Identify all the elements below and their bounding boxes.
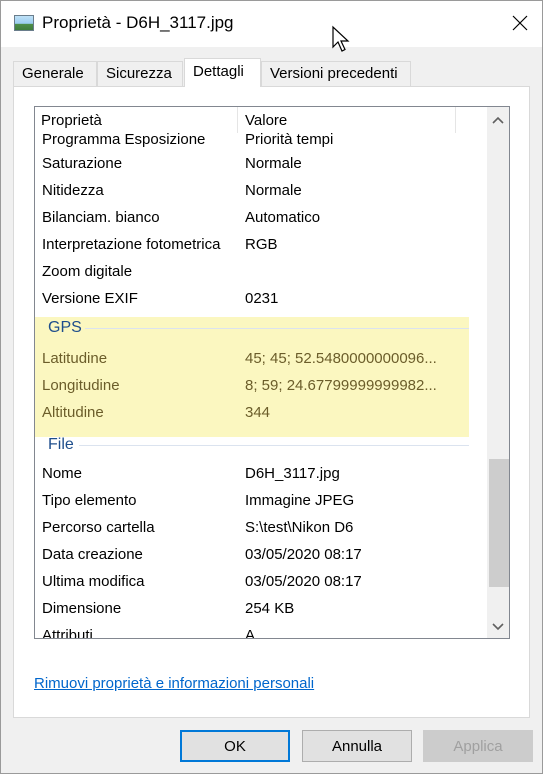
- tab-sicurezza[interactable]: Sicurezza: [97, 61, 183, 87]
- tab-generale[interactable]: Generale: [13, 61, 97, 87]
- apply-button[interactable]: Applica: [423, 730, 533, 762]
- scrollbar-thumb[interactable]: [489, 459, 509, 587]
- window-title: Proprietà - D6H_3117.jpg: [42, 13, 234, 32]
- group-header-file[interactable]: File: [35, 432, 487, 459]
- property-name: Nitidezza: [42, 182, 104, 199]
- list-item[interactable]: Altitudine 344: [35, 399, 487, 426]
- property-value: 45; 45; 52.5480000000096...: [245, 350, 437, 367]
- list-header: Proprietà Valore: [35, 107, 487, 133]
- property-value: 344: [245, 404, 271, 421]
- list-item[interactable]: Longitudine 8; 59; 24.67799999999982...: [35, 372, 487, 399]
- tab-versioni-precedenti[interactable]: Versioni precedenti: [261, 61, 411, 87]
- image-file-icon: [14, 15, 34, 31]
- tab-label: Versioni precedenti: [270, 65, 398, 82]
- tab-label: Dettagli: [193, 63, 244, 80]
- group-title: File: [48, 436, 74, 453]
- group-header-gps[interactable]: GPS: [35, 315, 487, 342]
- column-header-value[interactable]: Valore: [245, 112, 287, 129]
- property-name: Saturazione: [42, 155, 123, 172]
- property-value: 03/05/2020 08:17: [245, 546, 362, 563]
- property-name: Longitudine: [42, 377, 120, 394]
- list-rows: Programma Esposizione Priorità tempi Sat…: [35, 107, 487, 639]
- property-value: 03/05/2020 08:17: [245, 573, 362, 590]
- tab-label: Generale: [22, 65, 84, 82]
- property-name: Tipo elemento: [42, 492, 137, 509]
- list-item[interactable]: Percorso cartella S:\test\Nikon D6: [35, 514, 487, 541]
- group-divider: [79, 445, 469, 446]
- scroll-down-button[interactable]: [487, 616, 509, 638]
- property-name: Dimensione: [42, 600, 122, 617]
- ok-button[interactable]: OK: [180, 730, 290, 762]
- chevron-up-icon: [492, 116, 504, 124]
- close-icon: [512, 15, 527, 31]
- property-name: Data creazione: [42, 546, 143, 563]
- property-name: Ultima modifica: [42, 573, 145, 590]
- list-item[interactable]: Versione EXIF 0231: [35, 285, 487, 312]
- title-bar[interactable]: Proprietà - D6H_3117.jpg: [1, 1, 542, 47]
- list-item[interactable]: Bilanciam. bianco Automatico: [35, 204, 487, 231]
- property-value: Immagine JPEG: [245, 492, 355, 509]
- cancel-button[interactable]: Annulla: [302, 730, 412, 762]
- property-value: D6H_3117.jpg: [245, 465, 340, 482]
- property-value: Normale: [245, 182, 302, 199]
- property-value: Priorità tempi: [245, 133, 334, 147]
- property-name: Programma Esposizione: [42, 131, 206, 148]
- property-name: Interpretazione fotometrica: [42, 236, 221, 253]
- property-name: Attributi: [42, 627, 93, 639]
- list-item[interactable]: Nitidezza Normale: [35, 177, 487, 204]
- list-item[interactable]: Nome D6H_3117.jpg: [35, 460, 487, 487]
- list-item[interactable]: Saturazione Normale: [35, 150, 487, 177]
- property-value: 0231: [245, 290, 279, 307]
- chevron-down-icon: [492, 623, 504, 631]
- property-name: Percorso cartella: [42, 519, 155, 536]
- property-name: Versione EXIF: [42, 290, 138, 307]
- property-name: Altitudine: [42, 404, 104, 421]
- property-value: Automatico: [245, 209, 321, 226]
- list-item[interactable]: Interpretazione fotometrica RGB: [35, 231, 487, 258]
- list-item[interactable]: Data creazione 03/05/2020 08:17: [35, 541, 487, 568]
- list-item[interactable]: Zoom digitale: [35, 258, 487, 285]
- tab-dettagli[interactable]: Dettagli: [184, 58, 261, 87]
- property-value: S:\test\Nikon D6: [245, 519, 354, 536]
- properties-window: Proprietà - D6H_3117.jpg Generale Sicure…: [0, 0, 543, 774]
- property-value: RGB: [245, 236, 278, 253]
- property-name: Zoom digitale: [42, 263, 133, 280]
- mouse-cursor-icon: [332, 25, 350, 52]
- property-name: Bilanciam. bianco: [42, 209, 160, 226]
- remove-properties-link[interactable]: Rimuovi proprietà e informazioni persona…: [34, 675, 314, 692]
- property-value: Normale: [245, 155, 302, 172]
- tab-label: Sicurezza: [106, 65, 172, 82]
- property-name: Nome: [42, 465, 83, 482]
- property-value: A: [245, 627, 256, 639]
- properties-list[interactable]: Programma Esposizione Priorità tempi Sat…: [34, 106, 510, 639]
- close-button[interactable]: [497, 1, 542, 45]
- list-item[interactable]: Dimensione 254 KB: [35, 595, 487, 622]
- details-panel: Programma Esposizione Priorità tempi Sat…: [13, 86, 530, 718]
- property-value: 254 KB: [245, 600, 295, 617]
- property-value: 8; 59; 24.67799999999982...: [245, 377, 437, 394]
- group-title: GPS: [48, 319, 82, 336]
- vertical-scrollbar[interactable]: [487, 107, 509, 638]
- list-item[interactable]: Latitudine 45; 45; 52.5480000000096...: [35, 345, 487, 372]
- property-name: Latitudine: [42, 350, 108, 367]
- scroll-up-button[interactable]: [487, 109, 509, 131]
- column-divider[interactable]: [455, 107, 456, 133]
- column-divider[interactable]: [237, 107, 238, 133]
- list-item[interactable]: Tipo elemento Immagine JPEG: [35, 487, 487, 514]
- group-divider: [85, 328, 469, 329]
- list-item[interactable]: Attributi A: [35, 622, 487, 639]
- column-header-property[interactable]: Proprietà: [41, 112, 102, 129]
- list-item[interactable]: Ultima modifica 03/05/2020 08:17: [35, 568, 487, 595]
